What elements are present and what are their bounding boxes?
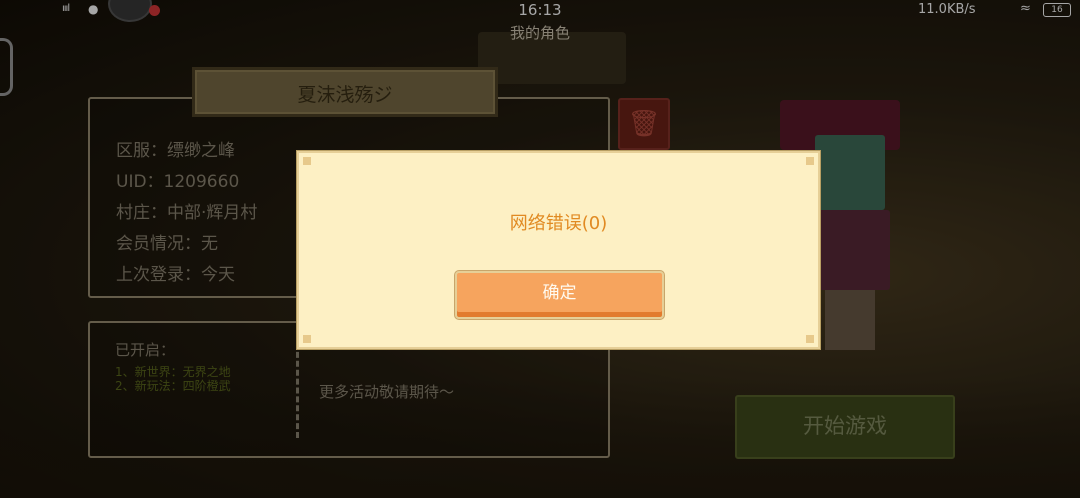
dialog-corner (806, 157, 814, 165)
network-error-dialog: 网络错误(0) 确定 (297, 151, 820, 349)
dialog-corner (303, 335, 311, 343)
dialog-corner (303, 157, 311, 165)
confirm-button[interactable]: 确定 (455, 271, 664, 319)
dialog-message: 网络错误(0) (509, 213, 608, 234)
dialog-corner (806, 335, 814, 343)
